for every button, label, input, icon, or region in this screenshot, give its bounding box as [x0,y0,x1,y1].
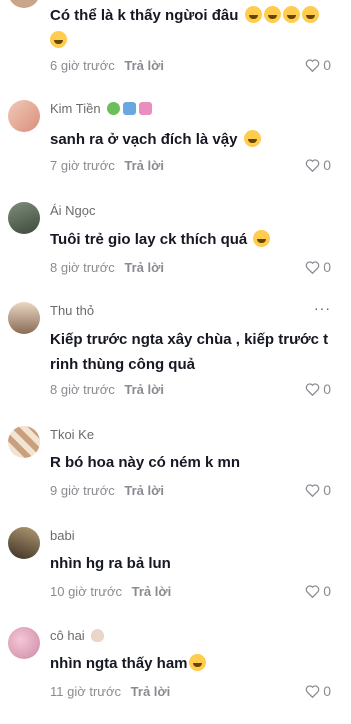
reply-button[interactable]: Trả lời [132,584,172,599]
reply-button[interactable]: Trả lời [124,58,164,73]
like-count: 0 [323,259,331,275]
laughing-emoji-icon [301,6,319,23]
laughing-emoji-icon [50,31,67,48]
comment-text: nhìn ngta thấy ham [50,651,330,676]
comment-text: nhìn hg ra bả lun [50,555,171,572]
comment-username[interactable]: Tkoi Ke [50,427,94,442]
comment-text: R bó hoa này có ném k mn [50,454,241,471]
bunny-icon [91,629,105,642]
comment-text: Kiếp trước ngta xây chùa , kiếp trước t … [50,331,329,373]
avatar[interactable] [8,426,40,458]
heart-icon [305,261,320,274]
comment-meta: 11 giờ trước Trả lời [50,684,170,699]
comment-time: 8 giờ trước [50,260,115,275]
reply-button[interactable]: Trả lời [124,483,164,498]
comment-username[interactable]: Ái Ngọc [50,203,96,218]
scooter-icon [123,102,137,115]
like-button[interactable]: 0 [305,57,331,73]
like-count: 0 [323,683,331,699]
avatar[interactable] [8,627,40,659]
clover-icon [107,102,121,115]
comment-text: Có thể là k thấy ngừoi đâu [50,3,330,53]
avatar[interactable] [8,202,40,234]
reply-button[interactable]: Trả lời [124,260,164,275]
reply-button[interactable]: Trả lời [131,684,171,699]
like-button[interactable]: 0 [305,583,331,599]
smiling-hearts-emoji-icon [188,654,206,671]
comment-text: sanh ra ở vạch đích là vậy [50,127,330,152]
like-button[interactable]: 0 [305,683,331,699]
comment-meta: 8 giờ trước Trả lời [50,382,164,397]
like-button[interactable]: 0 [305,381,331,397]
comment-time: 7 giờ trước [50,158,115,173]
like-button[interactable]: 0 [305,482,331,498]
avatar[interactable] [8,527,40,559]
like-button[interactable]: 0 [305,157,331,173]
comment-meta: 7 giờ trước Trả lời [50,158,164,173]
comment-username[interactable]: babi [50,528,75,543]
comment-time: 6 giờ trước [50,58,115,73]
like-count: 0 [323,381,331,397]
comment-meta: 6 giờ trước Trả lời [50,58,164,73]
gift-icon [139,102,153,115]
comment-time: 8 giờ trước [50,382,115,397]
comment-username[interactable]: cô hai [50,628,105,643]
comment-meta: 10 giờ trước Trả lời [50,584,171,599]
heart-icon [305,159,320,172]
comment-meta: 9 giờ trước Trả lời [50,483,164,498]
heart-icon [305,685,320,698]
heart-icon [305,59,320,72]
heart-icon [305,484,320,497]
comment-username[interactable]: Kim Tiền [50,101,153,116]
like-count: 0 [323,482,331,498]
like-count: 0 [323,583,331,599]
laughing-emoji-icon [282,6,300,23]
avatar[interactable] [8,100,40,132]
reply-button[interactable]: Trả lời [124,382,164,397]
reply-button[interactable]: Trả lời [124,158,164,173]
grinning-squinting-emoji-icon [243,130,261,147]
like-button[interactable]: 0 [305,259,331,275]
laughing-emoji-icon [263,6,281,23]
comment-time: 11 giờ trước [50,684,122,699]
like-count: 0 [323,57,331,73]
comment-text: Tuôi trẻ gio lay ck thích quá [50,227,330,252]
laughing-emoji-icon [244,6,262,23]
more-options-button[interactable]: ··· [314,300,331,316]
avatar[interactable] [8,0,40,8]
comment-time: 10 giờ trước [50,584,122,599]
comment-username[interactable]: Thu thỏ [50,303,94,318]
comment-time: 9 giờ trước [50,483,115,498]
comment-meta: 8 giờ trước Trả lời [50,260,164,275]
heart-icon [305,383,320,396]
heart-icon [305,585,320,598]
avatar[interactable] [8,302,40,334]
like-count: 0 [323,157,331,173]
laughing-emoji-icon [253,230,271,247]
